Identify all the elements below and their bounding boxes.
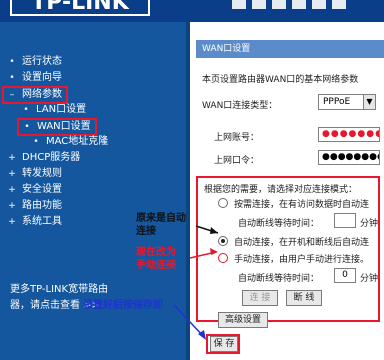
account-label: 上网账号： bbox=[214, 133, 260, 143]
plus-icon: + bbox=[8, 217, 16, 227]
sidebar-item-security[interactable]: + 安全设置 bbox=[8, 182, 188, 198]
more-products-line1: 更多TP-LINK宽带路由 bbox=[10, 284, 109, 295]
bullet-icon: • bbox=[23, 105, 29, 115]
manual-connect-label: 手动连接，由用户手动进行连接。 bbox=[234, 255, 370, 265]
annotation-was-auto: 原来是自动 连接 bbox=[136, 212, 186, 238]
sidebar-item-dhcp[interactable]: + DHCP服务器 bbox=[8, 150, 188, 166]
radio-manual-connect[interactable] bbox=[218, 253, 228, 263]
plus-icon: + bbox=[8, 201, 16, 211]
wan-type-value: PPPoE bbox=[323, 97, 351, 107]
password-field[interactable]: ●●●●●●●●● bbox=[318, 150, 380, 165]
plus-icon: + bbox=[8, 169, 16, 179]
auto-connect-label: 自动连接，在开机和断线后自动连 bbox=[234, 238, 370, 248]
bullet-icon: • bbox=[9, 73, 15, 83]
save-highlight-box bbox=[206, 334, 240, 354]
demand-unit: 分钟 bbox=[360, 219, 379, 229]
connection-mode-heading: 根据您的需要，请选择对应连接模式： bbox=[204, 185, 358, 195]
sidebar-item-status[interactable]: • 运行状态 bbox=[8, 54, 188, 70]
annotation-save-hint: 设置好后按保存即 bbox=[83, 300, 163, 311]
sidebar-item-mac-clone[interactable]: • MAC地址克隆 bbox=[8, 134, 188, 150]
advanced-settings-button[interactable]: 高级设置 bbox=[218, 312, 268, 328]
panel-title: WAN口设置 bbox=[196, 40, 384, 58]
radio-on-demand[interactable] bbox=[218, 198, 228, 208]
plus-icon: + bbox=[8, 185, 16, 195]
sidebar-item-network[interactable]: – 网络参数 bbox=[2, 86, 188, 104]
connection-mode-box: 根据您的需要，请选择对应连接模式： 按需连接，在有访问数据时自动连 自动断线等待… bbox=[196, 176, 380, 322]
annotation-now-manual: 现在改为 手动连接 bbox=[136, 246, 176, 272]
demand-wait-input[interactable] bbox=[334, 213, 356, 228]
annotation-was-line2: 连接 bbox=[136, 226, 156, 237]
sidebar-menu: • 运行状态 • 设置向导 – 网络参数 • LAN口设置 • WAN口设置 • MAC地址… bbox=[2, 54, 188, 230]
radio-auto-connect[interactable] bbox=[218, 236, 228, 246]
wan-type-label: WAN口连接类型： bbox=[202, 101, 278, 111]
account-value: ●●●●●●●●● bbox=[322, 129, 379, 139]
wan-settings-panel: WAN口设置 本页设置路由器WAN口的基本网络参数 WAN口连接类型： PPPo… bbox=[196, 40, 384, 360]
manual-wait-label: 自动断线等待时间： bbox=[238, 274, 320, 284]
header-slogan-graphic bbox=[232, 0, 372, 9]
bullet-icon: • bbox=[9, 57, 15, 67]
sidebar-item-wizard[interactable]: • 设置向导 bbox=[8, 70, 188, 86]
disconnect-button[interactable]: 断 线 bbox=[286, 290, 322, 306]
demand-wait-label: 自动断线等待时间： bbox=[238, 219, 320, 229]
plus-icon: + bbox=[8, 153, 16, 163]
account-field[interactable]: ●●●●●●●●● bbox=[318, 127, 380, 142]
tp-link-logo: TP-LINK bbox=[10, 0, 150, 16]
minus-icon: – bbox=[9, 90, 15, 100]
password-value: ●●●●●●●●● bbox=[322, 152, 379, 162]
sidebar-item-lan[interactable]: • LAN口设置 bbox=[8, 102, 188, 118]
bullet-icon: • bbox=[33, 137, 39, 147]
password-label: 上网口令： bbox=[214, 156, 260, 166]
panel-description: 本页设置路由器WAN口的基本网络参数 bbox=[202, 75, 359, 85]
bullet-icon: • bbox=[24, 122, 30, 132]
sidebar-item-forwarding[interactable]: + 转发规则 bbox=[8, 166, 188, 182]
manual-unit: 分钟 bbox=[360, 274, 379, 284]
chevron-down-icon[interactable]: ▼ bbox=[363, 95, 375, 109]
annotation-now-line2: 手动连接 bbox=[136, 260, 176, 271]
wan-type-select[interactable]: PPPoE ▼ bbox=[318, 94, 376, 110]
on-demand-label: 按需连接，在有访问数据时自动连 bbox=[234, 200, 370, 210]
manual-wait-input[interactable]: 0 bbox=[334, 268, 356, 283]
header-banner: TP-LINK bbox=[0, 0, 384, 22]
sidebar-item-wan[interactable]: • WAN口设置 bbox=[3, 118, 188, 136]
connect-button[interactable]: 连 接 bbox=[242, 290, 278, 306]
annotation-now-line1: 现在改为 bbox=[136, 247, 176, 258]
annotation-was-line1: 原来是自动 bbox=[136, 213, 186, 224]
